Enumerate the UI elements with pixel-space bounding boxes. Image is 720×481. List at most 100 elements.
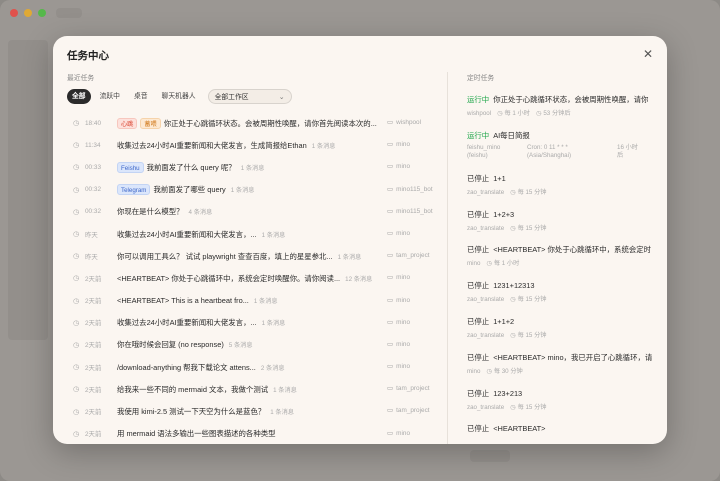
task-row[interactable]: ◷ 00:33 Feishu 我前面发了什么 query 呢？ 1 条消息 ▭ mino bbox=[67, 156, 445, 178]
workspace-name: mino115_bot bbox=[396, 185, 433, 193]
message-count: 1 条消息 bbox=[337, 253, 362, 261]
task-time: 2天前 bbox=[85, 320, 102, 328]
source-badge: Telegram bbox=[117, 184, 151, 196]
filter-chip-active[interactable]: 流跃中 bbox=[95, 89, 125, 104]
scheduled-task[interactable]: 已停止 <HEARTBEAT> 你处于心跳循环中，系统会定时 mino ◷ 每 1 小时 bbox=[467, 244, 667, 280]
source-badge: Feishu bbox=[117, 161, 144, 173]
workspace-name: mino bbox=[396, 318, 411, 326]
folder-icon: ▭ bbox=[387, 363, 394, 371]
message-count: 1 条消息 bbox=[240, 164, 265, 172]
workspace-name: mino bbox=[396, 296, 411, 304]
task-row[interactable]: ◷ 2天前 给我来一些不同的 mermaid 文本，我做个测试 1 条消息 ▭ tam_p… bbox=[67, 378, 445, 400]
scheduled-task-text: 123+213 bbox=[493, 388, 523, 398]
recent-tasks-panel: 最近任务 全部 流跃中 桌音 聊天机器人 全部工作区 ⌄ ◷ 18:40 心跳 蓄喂你… bbox=[67, 72, 445, 444]
workspace-name: mino bbox=[396, 340, 411, 348]
task-row[interactable]: ◷ 11:34 收集过去24小时AI重要新闻和大佬发言，生成简报给Ethan 1 条消… bbox=[67, 134, 445, 156]
task-meta: zao_translate bbox=[467, 403, 505, 411]
clock-icon: ◷ bbox=[73, 430, 80, 438]
filter-chip-desktop[interactable]: 桌音 bbox=[129, 89, 153, 104]
workspace-name: tam_project bbox=[396, 385, 430, 393]
source-badge: 心跳 bbox=[117, 117, 138, 129]
clock-icon: ◷ bbox=[73, 319, 80, 327]
task-status: 已停止 bbox=[467, 245, 490, 255]
task-row[interactable]: ◷ 2天前 我使用 kimi-2.5 测试一下天空为什么是蓝色？ 1 条消息 ▭ tam_… bbox=[67, 400, 445, 422]
workspace-name: mino bbox=[396, 141, 411, 149]
clock-icon: ◷ bbox=[73, 253, 80, 261]
workspace-select[interactable]: 全部工作区 ⌄ bbox=[207, 89, 292, 104]
scheduled-task[interactable]: 运行中 AI每日简报 feishu_mino (feishu) Cron: 0 11 *… bbox=[467, 130, 667, 173]
task-text: 我前面发了哪些 query bbox=[153, 185, 226, 195]
task-time: 昨天 bbox=[85, 231, 98, 239]
folder-icon: ▭ bbox=[387, 119, 394, 126]
scheduled-task[interactable]: 已停止 1+1+2 zao_translate ◷ 每 15 分钟 bbox=[467, 316, 667, 352]
message-count: 1 条消息 bbox=[270, 409, 294, 417]
clock-icon: ◷ bbox=[73, 120, 80, 128]
task-row[interactable]: ◷ 2天前 你在哦时候会回复 (no response) 5 条消息 ▭ mino bbox=[67, 334, 445, 356]
task-text: 我使用 kimi-2.5 测试一下天空为什么是蓝色？ bbox=[117, 407, 266, 417]
task-meta: zao_translate bbox=[467, 224, 505, 232]
minimize-window-button[interactable] bbox=[24, 9, 32, 17]
task-row[interactable]: ◷ 2天前 <HEARTBEAT> 你处于心跳循环中，系统会定时唤醒你。请你阅读..… bbox=[67, 267, 445, 289]
folder-icon: ▭ bbox=[387, 141, 394, 149]
task-meta: 每 15 分钟 bbox=[517, 331, 547, 339]
scheduled-task[interactable]: 已停止 1+2+3 zao_translate ◷ 每 15 分钟 bbox=[467, 209, 667, 245]
task-row[interactable]: ◷ 昨天 你可以调用工具么？ 试试 playwright 查查百度，填上的星星参北.… bbox=[67, 245, 445, 267]
scheduled-task[interactable]: 已停止 1231+12313 zao_translate ◷ 每 15 分钟 bbox=[467, 280, 667, 316]
task-meta: mino bbox=[467, 260, 481, 268]
scheduled-task[interactable]: 已停止 1+1 zao_translate ◷ 每 15 分钟 bbox=[467, 173, 667, 209]
task-time: 2天前 bbox=[85, 386, 102, 394]
task-row[interactable]: ◷ 00:32 你现在是什么模型？ 4 条消息 ▭ mino115_bot bbox=[67, 201, 445, 223]
task-status: 已停止 bbox=[467, 209, 490, 219]
clock-icon: ◷ bbox=[510, 188, 516, 196]
background-sidebar bbox=[8, 40, 48, 340]
clock-icon: ◷ bbox=[73, 142, 80, 150]
task-status: 已停止 bbox=[467, 424, 490, 434]
workspace-label: ▭ mino115_bot bbox=[387, 201, 433, 223]
zoom-window-button[interactable] bbox=[38, 9, 46, 17]
close-icon[interactable]: ✕ bbox=[641, 47, 655, 61]
workspace-name: wishpool bbox=[396, 119, 422, 126]
scheduled-task[interactable]: 已停止 123+213 zao_translate ◷ 每 15 分钟 bbox=[467, 388, 667, 424]
panel-divider bbox=[447, 72, 448, 444]
filter-chip-all[interactable]: 全部 bbox=[67, 89, 91, 104]
message-count: 1 条消息 bbox=[230, 187, 255, 195]
task-text: 收集过去24小时AI重要新闻和大佬发言，生成简报给Ethan bbox=[117, 140, 307, 150]
task-time: 18:40 bbox=[85, 119, 101, 127]
task-row[interactable]: ◷ 00:32 Telegram 我前面发了哪些 query 1 条消息 ▭ mino115… bbox=[67, 179, 445, 201]
task-meta: zao_translate bbox=[467, 296, 505, 304]
folder-icon: ▭ bbox=[387, 318, 394, 326]
task-row[interactable]: ◷ 2天前 收集过去24小时AI重要新闻和大佬发言，... 1 条消息 ▭ mino bbox=[67, 312, 445, 334]
task-center-modal: 任务中心 ✕ 最近任务 全部 流跃中 桌音 聊天机器人 全部工作区 ⌄ ◷ 18:… bbox=[53, 36, 667, 444]
task-row[interactable]: ◷ 昨天 收集过去24小时AI重要新闻和大佬发言，... 1 条消息 ▭ mino bbox=[67, 223, 445, 245]
window-controls bbox=[10, 9, 46, 17]
task-time: 2天前 bbox=[85, 409, 102, 417]
scheduled-task-text: <HEARTBEAT> bbox=[493, 424, 546, 434]
workspace-label: ▭ tam_project bbox=[387, 400, 430, 422]
scheduled-task[interactable]: 已停止 <HEARTBEAT> mino，我已开启了心跳循环，请 mino ◷ 每 30… bbox=[467, 352, 667, 388]
task-row[interactable]: ◷ 2天前 用 mermaid 语法多输出一些图表描述的各种类型 ▭ mino bbox=[67, 423, 445, 444]
task-row[interactable]: ◷ 2天前 <HEARTBEAT> This is a heartbeat fro.… bbox=[67, 290, 445, 312]
message-count: 1 条消息 bbox=[253, 298, 278, 306]
task-status: 运行中 bbox=[467, 130, 490, 140]
task-text: 你在哦时候会回复 (no response) bbox=[117, 340, 224, 350]
task-row[interactable]: ◷ 2天前/download-anything 帮我下载论文 attens... 2… bbox=[67, 356, 445, 378]
clock-icon: ◷ bbox=[510, 224, 516, 232]
task-status: 已停止 bbox=[467, 316, 490, 326]
recent-task-list: ◷ 18:40 心跳 蓄喂 你正处于心跳循环状态。会被周期性唤醒，请你首先阅读本次的..… bbox=[67, 112, 445, 444]
task-time: 2天前 bbox=[85, 342, 102, 350]
task-status: 已停止 bbox=[467, 352, 490, 362]
task-text: /download-anything 帮我下载论文 attens... bbox=[117, 362, 256, 372]
message-count: 1 条消息 bbox=[311, 142, 336, 150]
close-window-button[interactable] bbox=[10, 9, 18, 17]
filter-chip-chatbot[interactable]: 聊天机器人 bbox=[157, 89, 201, 104]
task-meta: mino bbox=[467, 367, 481, 375]
scheduled-task[interactable]: 已停止 <HEARTBEAT> bbox=[467, 423, 667, 444]
clock-icon: ◷ bbox=[73, 275, 80, 283]
task-meta: Cron: 0 11 * * * bbox=[527, 143, 568, 151]
scheduled-task-text: 1+2+3 bbox=[493, 209, 515, 219]
workspace-name: mino bbox=[396, 163, 411, 171]
clock-icon: ◷ bbox=[510, 296, 516, 304]
scheduled-task[interactable]: 运行中 你正处于心跳循环状态，会被周期性唤醒，请你 wishpool ◷ 每 1 小时 ◷… bbox=[467, 94, 667, 130]
task-row[interactable]: ◷ 18:40 心跳 蓄喂 你正处于心跳循环状态。会被周期性唤醒，请你首先阅读本次的..… bbox=[67, 112, 445, 134]
task-time: 2天前 bbox=[85, 298, 102, 306]
